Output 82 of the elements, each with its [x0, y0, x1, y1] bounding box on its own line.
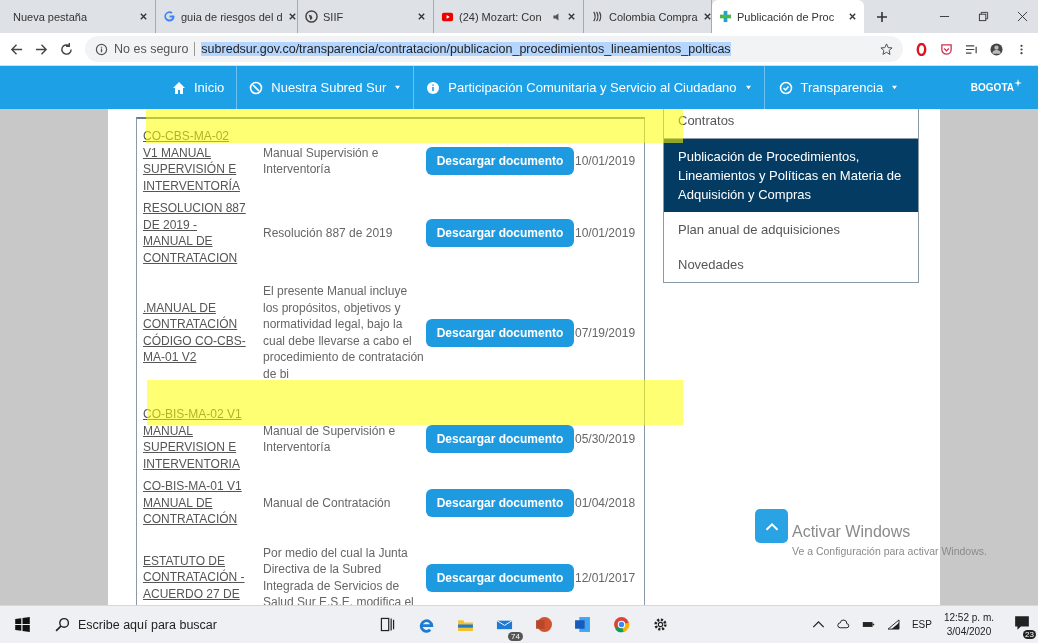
forward-icon[interactable] [35, 42, 48, 56]
back-to-top-button[interactable] [755, 509, 788, 543]
settings-icon[interactable] [652, 616, 669, 633]
browser-tab[interactable]: (24) Mozart: Con [434, 0, 584, 33]
tab-title: SIIF [323, 10, 345, 23]
search-icon [55, 617, 70, 632]
new-tab-icon[interactable] [876, 10, 888, 23]
tab-title: guia de riesgos del d [181, 10, 283, 23]
info-icon [426, 80, 441, 95]
tab-title: Publicación de Proc [737, 10, 836, 23]
close-icon[interactable] [1017, 11, 1028, 22]
tab-title: (24) Mozart: Con [459, 10, 543, 23]
clock-time[interactable]: 12:52 p. m. [943, 610, 994, 625]
description-text: Resolución 887 de 2019 [262, 224, 394, 242]
document-link[interactable]: ESTATUTO DE CONTRATACIÓN - ACUERDO 27 DE [143, 552, 247, 603]
sidebar-item[interactable]: Novedades [664, 247, 918, 282]
pocket-icon[interactable] [940, 42, 953, 56]
document-link[interactable]: CO-BIS-MA-01 V1 MANUAL DE CONTRATACIÓN [143, 478, 247, 528]
ring-icon[interactable] [915, 42, 928, 56]
tab-title: Colombia Compra [609, 10, 698, 23]
browser-tab[interactable]: Publicación de Proc [712, 0, 864, 33]
date-text: 05/30/2019 [575, 432, 636, 446]
windows-icon[interactable] [14, 616, 31, 633]
close-icon[interactable] [567, 12, 576, 21]
date-text: 01/04/2018 [575, 495, 636, 510]
browser-app-icon[interactable] [613, 616, 630, 633]
date-text: 07/19/2019 [575, 325, 636, 340]
browser-tab[interactable]: Nueva pestaña [6, 0, 156, 33]
date-text: 10/01/2019 [575, 226, 636, 240]
info-icon[interactable] [95, 42, 108, 56]
clock-date[interactable]: 3/04/2020 [946, 624, 992, 639]
restore-icon[interactable] [978, 11, 989, 22]
close-icon[interactable] [848, 12, 857, 21]
playlist-icon[interactable] [965, 42, 978, 56]
back-icon[interactable] [10, 42, 23, 56]
task-view-icon[interactable] [379, 616, 396, 633]
check-circle-icon [778, 80, 793, 95]
circle-icon [249, 80, 264, 95]
description-text: Manual de Supervisión e Interventoría [262, 422, 397, 456]
chevron-up-icon [763, 520, 780, 532]
description-text: Manual Supervisión e Interventoría [262, 144, 380, 178]
bookmark-star-icon[interactable] [880, 42, 893, 56]
notification-count: 23 [1023, 630, 1036, 639]
caret-up-icon[interactable] [811, 619, 825, 630]
waves-icon [591, 10, 604, 23]
reload-icon[interactable] [60, 42, 73, 56]
tab-title: Nueva pestaña [13, 10, 88, 23]
mail-count-badge: 74 [508, 631, 523, 641]
wifi-icon[interactable] [886, 619, 900, 630]
taskbar-search-field[interactable]: Escribe aquí para buscar [45, 606, 345, 643]
globe-icon [305, 10, 318, 23]
description-text: El presente Manual incluye los propósitos, objetivos y normatividad legal, bajo la cual debe llevarse a cabo el procedimiento de contratación de bi [262, 283, 425, 382]
sidebar-item[interactable]: Plan anual de adquisiciones [664, 212, 918, 247]
video-icon [441, 10, 454, 23]
cloud-icon[interactable] [836, 619, 850, 630]
document-app-icon[interactable] [574, 616, 591, 633]
activation-text: Ve a Configuración para activar Windows. [792, 545, 987, 557]
avatar-icon[interactable] [990, 42, 1003, 56]
security-label: No es seguro [114, 42, 196, 56]
language-indicator[interactable]: ESP [911, 619, 932, 630]
close-icon[interactable] [139, 12, 148, 21]
description-text: Manual de Contratación [262, 494, 392, 511]
activation-title: Activar Windows [792, 523, 912, 541]
presentation-app-icon[interactable] [535, 616, 552, 633]
document-link[interactable]: .MANUAL DE CONTRATACIÓN CÓDIGO CO-CBS-MA-01 V2 [143, 299, 247, 366]
battery-icon[interactable] [861, 619, 875, 630]
edge-icon[interactable] [418, 616, 435, 633]
browser-tab[interactable]: guia de riesgos del d [156, 0, 298, 33]
address-bar[interactable]: No es seguro subredsur.gov.co/transparencia/contratacion/publicacion_procedimientos_lineamientos_polticas [85, 36, 903, 62]
close-icon[interactable] [417, 12, 426, 21]
close-icon[interactable] [702, 12, 712, 21]
close-icon[interactable] [287, 12, 297, 21]
home-icon [172, 80, 186, 95]
date-text: 10/01/2019 [575, 154, 636, 168]
date-text: 12/01/2017 [575, 570, 636, 585]
url-text: subredsur.gov.co/transparencia/contratacion/publicacion_procedimientos_lineamientos_polticas [201, 42, 731, 56]
notification-icon[interactable] [1014, 615, 1030, 631]
browser-tab[interactable]: SIIF [298, 0, 434, 33]
cross-icon [719, 10, 732, 23]
google-icon [163, 10, 176, 23]
sidebar-item[interactable]: Publicación de Procedimientos, Lineamientos y Políticas en Materia de Adquisición y Compras [664, 139, 918, 212]
document-link[interactable]: RESOLUCION 887 DE 2019 - MANUAL DE CONTRATACION [143, 200, 247, 266]
